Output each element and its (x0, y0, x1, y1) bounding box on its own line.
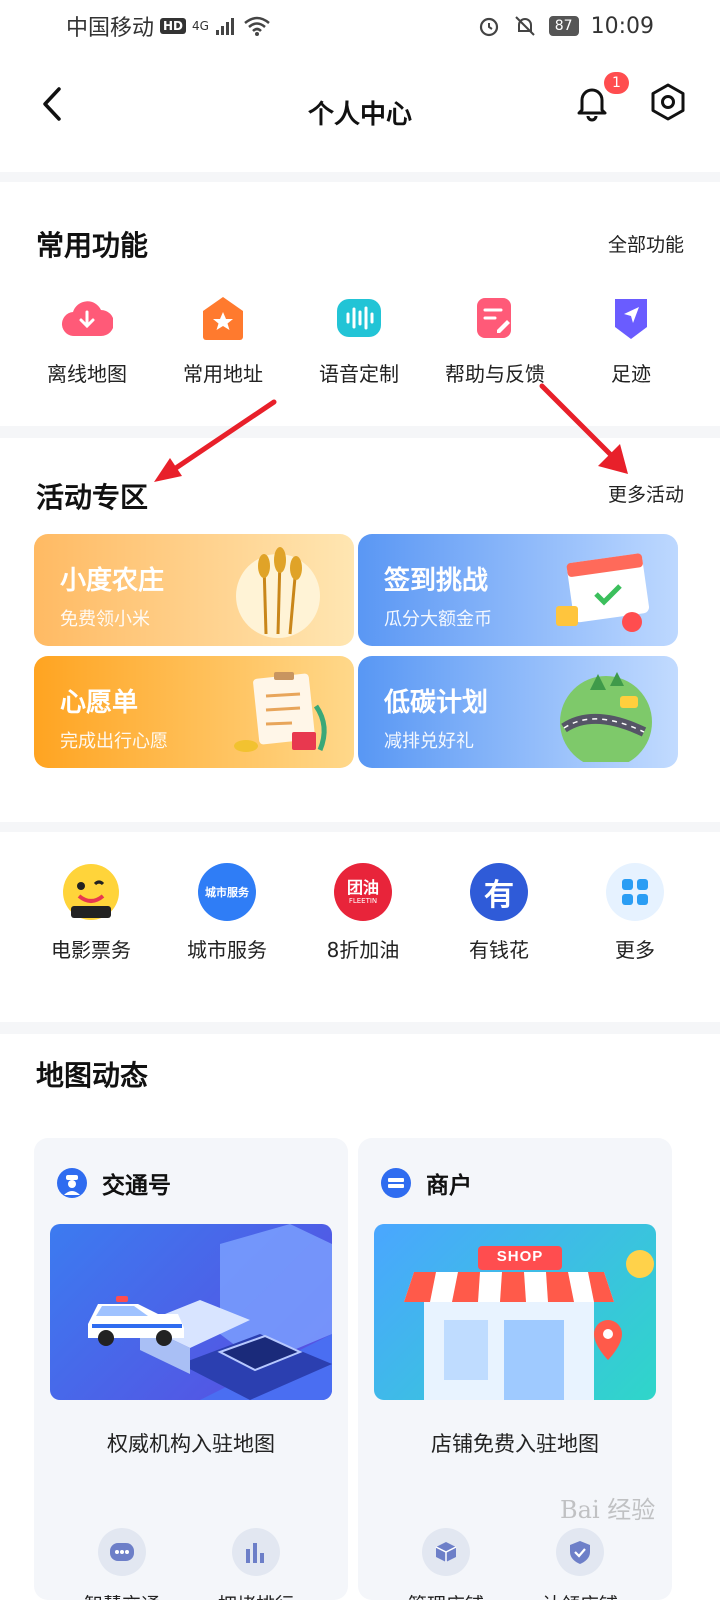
city-service-badge: 城市服务 (198, 863, 256, 921)
notification-badge: 1 (604, 72, 629, 94)
service-label: 有钱花 (469, 938, 529, 962)
function-item-voice[interactable]: 语音定制 (291, 290, 427, 387)
traffic-account-card[interactable]: 交通号 权威机构入驻地图 智慧交通 拥堵排行 (34, 1138, 348, 1600)
function-label: 语音定制 (319, 362, 399, 386)
claim-shop-button[interactable]: 认领店铺 (520, 1528, 640, 1600)
box-icon (422, 1528, 470, 1576)
battery-indicator: 87 (548, 16, 579, 36)
page-title: 个人中心 (307, 99, 412, 130)
fuel-brand-text: 团油 (346, 877, 379, 897)
service-item-movie[interactable]: 电影票务 (23, 862, 159, 963)
movie-ticket-icon (61, 862, 121, 922)
service-label: 8折加油 (326, 938, 400, 962)
activity-card-wishlist[interactable]: 心愿单 完成出行心愿 (34, 656, 354, 768)
activity-card-farm[interactable]: 小度农庄 免费领小米 (34, 534, 354, 646)
chat-dots-icon (98, 1528, 146, 1576)
carrier-info: 中国移动 HD 4G (66, 10, 271, 42)
feedback-edit-icon (467, 290, 523, 346)
card-header: 商户 (380, 1166, 472, 1200)
grid-more-icon (605, 862, 665, 922)
status-right: 87 10:09 (477, 14, 654, 39)
police-officer-icon (57, 1168, 87, 1198)
function-label: 帮助与反馈 (445, 362, 545, 386)
youqianhua-icon: 有 (469, 862, 529, 922)
shield-check-icon (556, 1528, 604, 1576)
common-functions-section: 常用功能 全部功能 离线地图 常用地址 语音定制 帮助与反馈 足迹 (0, 182, 720, 426)
home-star-icon (195, 290, 251, 346)
card-caption: 权威机构入驻地图 (107, 1432, 275, 1456)
service-item-youqianhua[interactable]: 有 有钱花 (431, 862, 567, 963)
function-label: 离线地图 (47, 362, 127, 386)
smart-traffic-button[interactable]: 智慧交通 (62, 1528, 182, 1600)
traffic-illustration (50, 1224, 332, 1400)
function-item-footprint[interactable]: 足迹 (563, 290, 699, 387)
status-bar: 中国移动 HD 4G 87 10:09 (0, 0, 720, 52)
alarm-icon (479, 17, 498, 37)
fuel-brand-subtext: FLEETIN (348, 896, 378, 905)
more-activities-link[interactable]: 更多活动 (608, 480, 684, 507)
wifi-icon (244, 16, 270, 36)
function-label: 足迹 (611, 362, 651, 386)
sub-label: 管理店铺 (408, 1590, 484, 1600)
card-header: 交通号 (56, 1166, 171, 1200)
watermark-text: Bai 经验 (560, 1496, 656, 1524)
card-caption: 店铺免费入驻地图 (431, 1432, 599, 1456)
top-nav-bar: 个人中心 1 (0, 52, 720, 172)
card-title: 商户 (426, 1173, 472, 1199)
earth-globe-icon (560, 672, 652, 762)
location-arrow-icon (603, 290, 659, 346)
activities-section: 活动专区 更多活动 小度农庄 免费领小米 签到挑战 瓜分大额金币 心愿单 完成出… (0, 438, 720, 822)
police-car-icon (88, 1224, 332, 1400)
service-label: 电影票务 (51, 938, 131, 962)
shop-illustration: SHOP (374, 1224, 656, 1400)
service-label: 城市服务 (187, 938, 267, 962)
function-item-feedback[interactable]: 帮助与反馈 (427, 290, 563, 387)
fuel-icon: 团油 FLEETIN (333, 862, 393, 922)
gear-icon (651, 83, 685, 121)
manage-shop-button[interactable]: 管理店铺 (386, 1528, 506, 1600)
service-item-city[interactable]: 城市服务 城市服务 (159, 862, 295, 963)
function-item-common-address[interactable]: 常用地址 (155, 290, 291, 387)
chevron-left-icon (43, 87, 61, 121)
all-functions-link[interactable]: 全部功能 (608, 230, 684, 257)
section-title: 地图动态 (36, 1059, 149, 1092)
congestion-ranking-button[interactable]: 拥堵排行 (196, 1528, 316, 1600)
back-button[interactable] (36, 84, 68, 124)
city-service-icon: 城市服务 (197, 862, 257, 922)
youqianhua-glyph: 有 (470, 863, 528, 921)
service-label: 更多 (615, 938, 655, 962)
carrier-name: 中国移动 (66, 16, 155, 41)
cloud-download-icon (59, 290, 115, 346)
clock: 10:09 (590, 13, 654, 39)
signal-icon (215, 18, 234, 35)
services-row: 电影票务 城市服务 城市服务 团油 FLEETIN 8折加油 有 有钱花 更多 (0, 862, 720, 963)
voice-wave-icon (331, 290, 387, 346)
bar-chart-icon (232, 1528, 280, 1576)
section-title: 活动专区 (36, 481, 149, 514)
sub-label: 智慧交通 (84, 1590, 160, 1600)
sub-label: 拥堵排行 (218, 1590, 294, 1600)
mute-bell-icon (515, 16, 535, 36)
services-section: 电影票务 城市服务 城市服务 团油 FLEETIN 8折加油 有 有钱花 更多 (0, 832, 720, 1022)
activity-card-checkin[interactable]: 签到挑战 瓜分大额金币 (358, 534, 678, 646)
section-title: 常用功能 (36, 229, 149, 262)
wheat-icon (236, 547, 320, 638)
service-item-more[interactable]: 更多 (567, 862, 703, 963)
hd-badge: HD (160, 18, 187, 34)
sub-label: 认领店铺 (542, 1590, 618, 1600)
calendar-gift-icon (556, 553, 650, 632)
merchant-card[interactable]: 商户 SHOP 店铺免费入驻地图 管理店铺 认领店铺 (358, 1138, 672, 1600)
settings-button[interactable] (648, 82, 688, 122)
network-type: 4G (192, 19, 209, 33)
wish-list-icon (234, 672, 327, 752)
shop-sign-text: SHOP (496, 1248, 544, 1265)
card-title: 交通号 (102, 1173, 171, 1199)
function-item-offline-map[interactable]: 离线地图 (19, 290, 155, 387)
common-functions-row: 离线地图 常用地址 语音定制 帮助与反馈 足迹 (0, 290, 720, 387)
function-label: 常用地址 (183, 362, 263, 386)
merchant-icon (381, 1168, 411, 1198)
service-item-fuel[interactable]: 团油 FLEETIN 8折加油 (295, 862, 431, 963)
activity-card-low-carbon[interactable]: 低碳计划 减排兑好礼 (358, 656, 678, 768)
